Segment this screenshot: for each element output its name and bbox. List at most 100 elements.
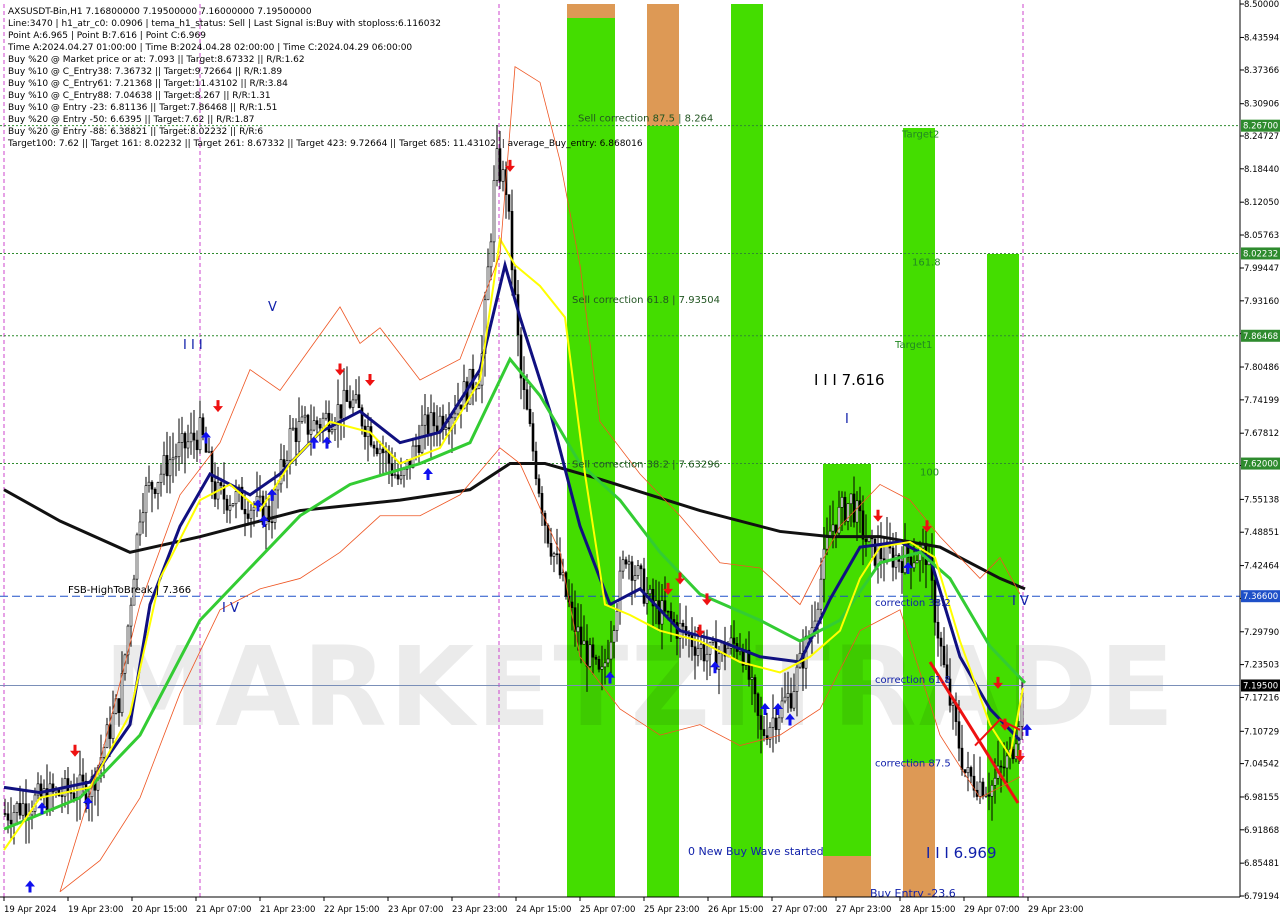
candle-body	[663, 600, 667, 612]
candle-body	[180, 433, 184, 443]
candle-body	[417, 445, 421, 453]
candle-body	[501, 169, 505, 182]
candle-body	[396, 474, 400, 480]
price-tag-label: 7.19500	[1243, 682, 1278, 692]
candle-body	[963, 769, 967, 774]
candle-body	[705, 653, 709, 662]
x-tick-label: 21 Apr 23:00	[260, 905, 315, 915]
candle-body	[270, 521, 274, 524]
candle-body	[555, 553, 559, 556]
candle-body	[282, 459, 286, 467]
candle-body	[852, 493, 856, 523]
candle-body	[183, 433, 187, 449]
candle-body	[822, 548, 826, 580]
candle-body	[303, 414, 307, 418]
candle-body	[549, 543, 553, 557]
candle-body	[375, 447, 379, 455]
candle-body	[231, 503, 235, 506]
candle-body	[249, 509, 253, 519]
x-tick-label: 22 Apr 15:00	[324, 905, 379, 915]
candle-body	[426, 414, 430, 437]
candle-body	[495, 148, 499, 181]
candle-body	[390, 463, 394, 476]
candle-body	[969, 767, 973, 777]
candle-body	[690, 635, 694, 648]
candle-body	[156, 482, 160, 494]
annotation-text: I V	[1012, 594, 1029, 609]
y-tick-label: 8.37366	[1244, 66, 1279, 76]
candle-body	[6, 813, 10, 821]
candle-body	[699, 643, 703, 649]
info-panel: AXSUSDT-Bin,H1 7.16800000 7.19500000 7.1…	[7, 7, 643, 149]
x-tick-label: 19 Apr 2024	[4, 905, 57, 915]
candle-body	[936, 621, 940, 639]
moving-averages-layer	[3, 65, 1027, 893]
x-tick-label: 25 Apr 23:00	[644, 905, 699, 915]
candle-body	[420, 424, 424, 453]
candle-body	[21, 803, 25, 816]
info-line: Buy %20 @ Entry -88: 6.38821 || Target:8…	[8, 127, 263, 137]
candle-body	[711, 640, 715, 643]
candle-body	[756, 693, 760, 716]
x-tick-label: 29 Apr 23:00	[1028, 905, 1083, 915]
candle-body	[297, 421, 301, 443]
info-line: Buy %20 @ Entry -50: 6.6395 || Target:7.…	[8, 115, 255, 125]
candle-body	[531, 423, 535, 452]
candle-body	[300, 416, 304, 422]
candle-body	[15, 802, 19, 813]
y-tick-label: 7.10729	[1244, 727, 1279, 737]
candle-body	[177, 442, 181, 457]
candle-body	[750, 677, 754, 680]
level-label: correction 61.8	[875, 675, 951, 686]
annotation-text: I I I 7.616	[814, 371, 885, 389]
y-tick-label: 8.12050	[1244, 198, 1279, 208]
y-tick-label: 7.80486	[1244, 363, 1279, 373]
candle-body	[339, 404, 343, 419]
candle-body	[609, 641, 613, 660]
candle-body	[159, 473, 163, 483]
candle-body	[861, 510, 865, 540]
x-tick-label: 20 Apr 15:00	[132, 905, 187, 915]
candle-body	[966, 767, 970, 774]
candle-body	[642, 568, 646, 604]
candle-body	[951, 702, 955, 706]
candle-body	[213, 481, 217, 500]
annotation-text: V	[268, 300, 277, 315]
candle-body	[174, 456, 178, 459]
candle-body	[816, 608, 820, 622]
zones-layer	[567, 4, 1019, 897]
candle-body	[312, 420, 316, 431]
level-label: correction 38.2	[875, 598, 951, 609]
x-tick-label: 27 Apr 07:00	[772, 905, 827, 915]
candle-body	[477, 384, 481, 389]
candle-body	[453, 413, 457, 419]
sell-arrow-icon	[365, 374, 375, 386]
candle-body	[1005, 755, 1009, 769]
candle-body	[681, 622, 685, 627]
candle-body	[378, 448, 382, 455]
candle-body	[423, 414, 427, 426]
candle-body	[612, 630, 616, 643]
level-label: 161.8	[912, 257, 941, 268]
candle-body	[258, 495, 262, 498]
candle-body	[78, 774, 82, 798]
candle-body	[636, 565, 640, 576]
candle-body	[357, 394, 361, 409]
candle-body	[771, 717, 775, 728]
y-tick-label: 7.93160	[1244, 297, 1279, 307]
candle-body	[987, 794, 991, 797]
y-tick-label: 6.91868	[1244, 826, 1279, 836]
y-tick-label: 8.50000	[1244, 0, 1279, 10]
candle-body	[498, 148, 502, 182]
candle-body	[621, 559, 625, 572]
candle-body	[732, 637, 736, 644]
candle-body	[594, 656, 598, 660]
candle-body	[225, 498, 229, 511]
candle-body	[39, 783, 43, 797]
y-tick-label: 7.29790	[1244, 628, 1279, 638]
x-tick-label: 25 Apr 07:00	[580, 905, 635, 915]
candle-body	[228, 505, 232, 511]
info-line: Buy %20 @ Market price or at: 7.093 || T…	[8, 55, 305, 65]
candle-body	[9, 819, 13, 825]
candle-body	[291, 427, 295, 430]
